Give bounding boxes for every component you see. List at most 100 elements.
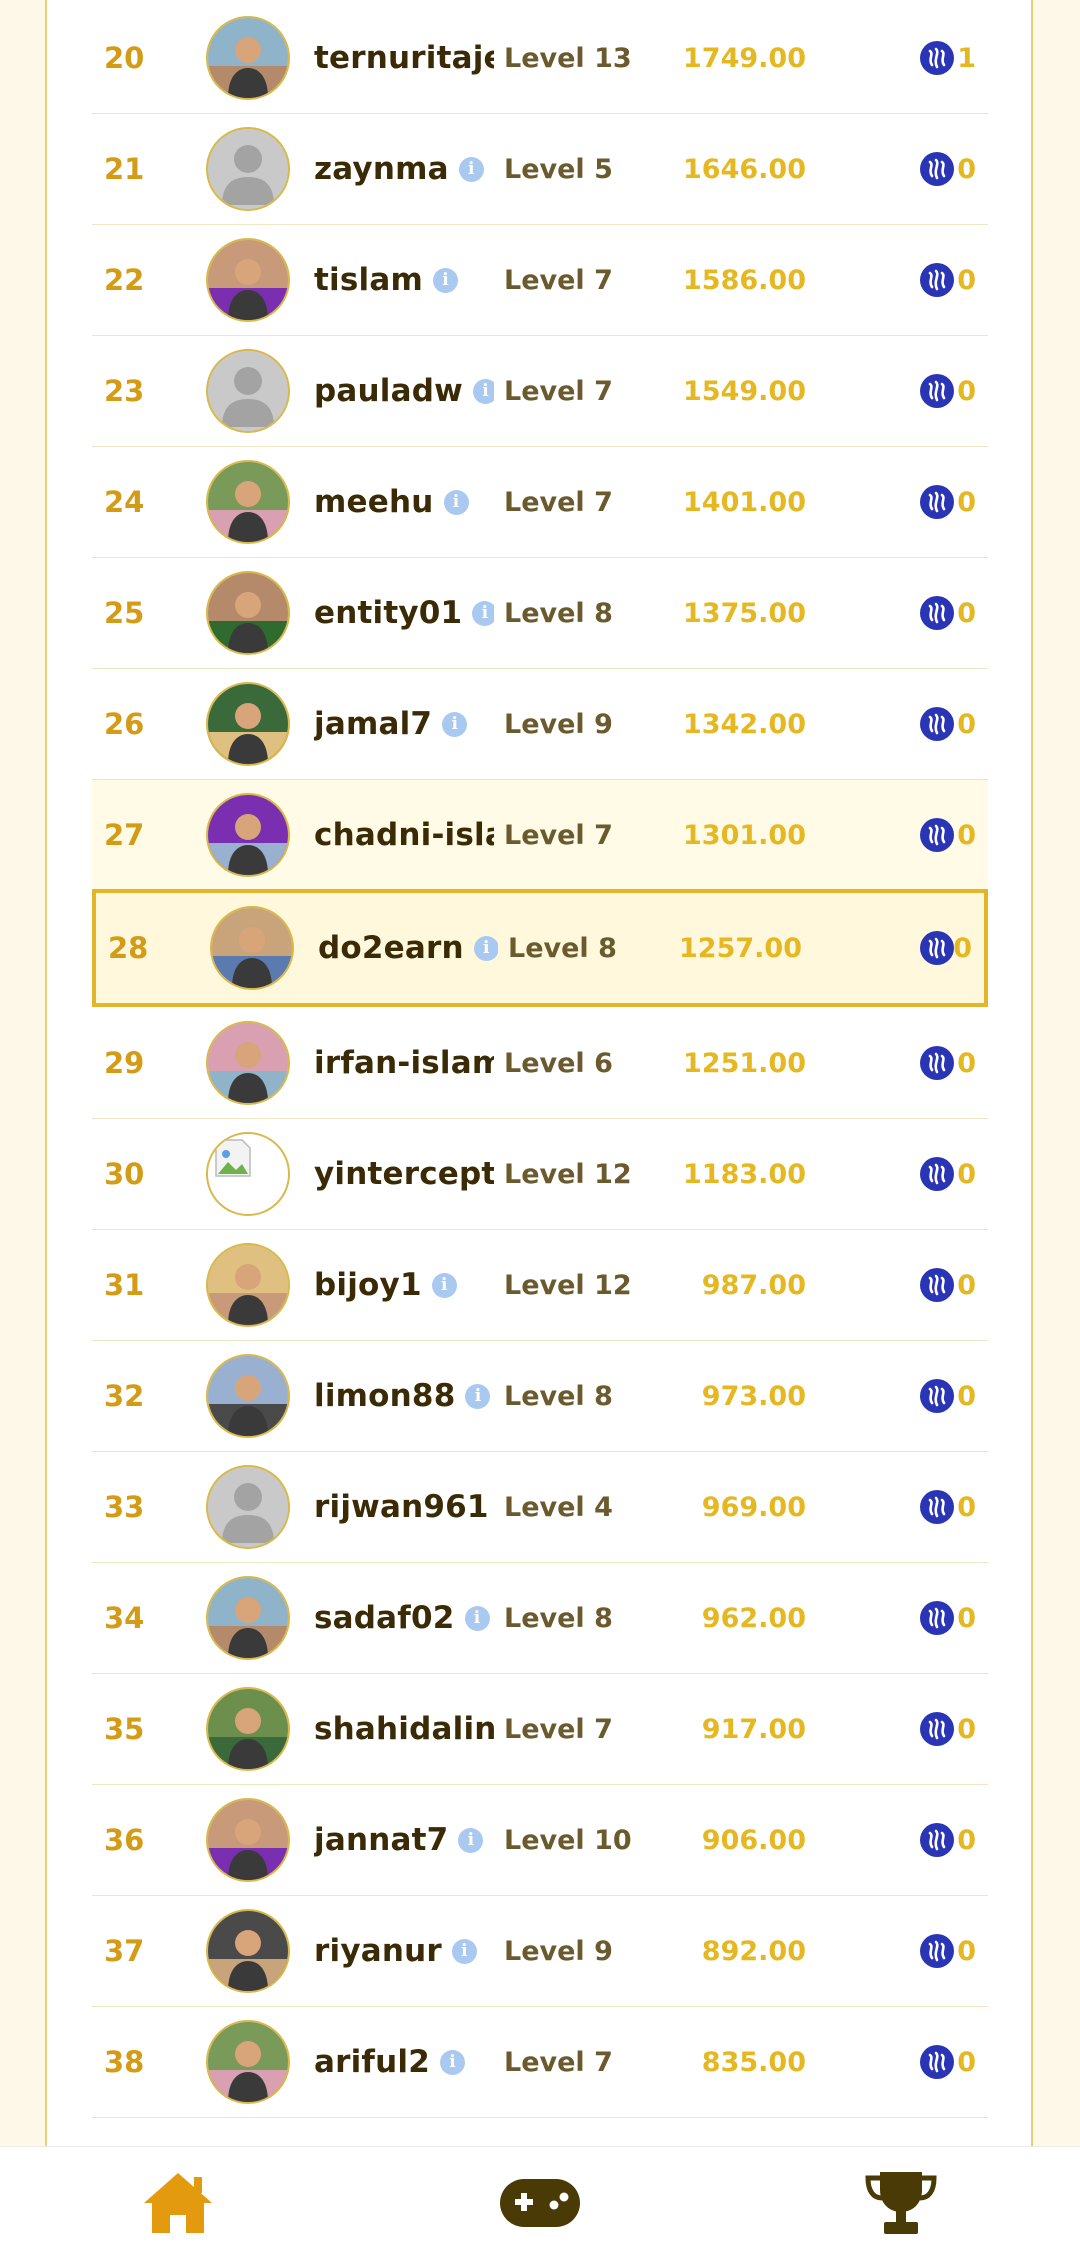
leaderboard-row[interactable]: 32 limon88 i Level 8 973.00 0 <box>92 1341 988 1452</box>
reward-count: 0 <box>957 1491 976 1523</box>
rank-number: 33 <box>104 1490 145 1524</box>
user-score: 1301.00 <box>683 819 806 851</box>
rank-number: 34 <box>104 1601 145 1635</box>
user-score: 1375.00 <box>683 597 806 629</box>
username[interactable]: pauladw <box>314 373 463 409</box>
user-avatar[interactable] <box>206 1243 290 1327</box>
steem-icon <box>920 1490 954 1524</box>
leaderboard-row[interactable]: 35 shahidalinai Level 7 917.00 0 <box>92 1674 988 1785</box>
info-icon[interactable]: i <box>442 711 468 737</box>
leaderboard-row[interactable]: 22 tislam i Level 7 1586.00 0 <box>92 225 988 336</box>
user-avatar[interactable] <box>206 1354 290 1438</box>
user-score: 1342.00 <box>683 708 806 740</box>
leaderboard-page: 20ternuritajesiLevel 131749.00121zaynmai… <box>0 0 1080 2254</box>
username[interactable]: meehu <box>314 484 434 520</box>
steem-icon <box>920 1601 954 1635</box>
username-cell: do2earn i <box>318 930 498 966</box>
nav-leaderboard-button[interactable] <box>841 2165 961 2241</box>
rank-number: 20 <box>104 41 145 75</box>
info-icon[interactable]: i <box>440 2049 465 2075</box>
username[interactable]: bijoy1 <box>314 1267 422 1303</box>
leaderboard-row[interactable]: 37 riyanur i Level 9 892.00 0 <box>92 1896 988 2007</box>
user-avatar[interactable] <box>206 16 290 100</box>
user-avatar[interactable] <box>206 1687 290 1771</box>
leaderboard-row[interactable]: 26 jamal7 i Level 9 1342.00 0 <box>92 669 988 780</box>
reward-count: 0 <box>957 1602 976 1634</box>
username[interactable]: jannat7 <box>314 1822 448 1858</box>
steem-icon <box>920 596 954 630</box>
user-avatar[interactable] <box>206 1798 290 1882</box>
leaderboard-row[interactable]: 36 jannat7 i Level 10 906.00 0 <box>92 1785 988 1896</box>
steem-icon <box>920 152 954 186</box>
user-avatar[interactable] <box>206 349 290 433</box>
info-icon[interactable]: i <box>472 378 494 404</box>
leaderboard-row[interactable]: 29 irfan-islami Level 6 1251.00 0 <box>92 1008 988 1119</box>
user-avatar[interactable] <box>206 1465 290 1549</box>
info-icon[interactable]: i <box>465 1383 491 1409</box>
info-icon[interactable]: i <box>458 1827 484 1853</box>
user-avatar[interactable] <box>206 1132 290 1216</box>
username[interactable]: jamal7 <box>314 706 432 742</box>
username[interactable]: shahidalina <box>314 1711 494 1747</box>
username[interactable]: riyanur <box>314 1933 442 1969</box>
user-avatar[interactable] <box>206 1576 290 1660</box>
username[interactable]: chadni-islam <box>314 817 494 853</box>
leaderboard-row[interactable]: 21 zaynma i Level 5 1646.00 0 <box>92 114 988 225</box>
leaderboard-row[interactable]: 38 ariful2 i Level 7 835.00 0 <box>92 2007 988 2118</box>
user-avatar[interactable] <box>206 460 290 544</box>
leaderboard-list[interactable]: 20ternuritajesiLevel 131749.00121zaynmai… <box>92 3 988 2118</box>
leaderboard-row[interactable]: 20 ternuritajesi Level 13 1749.00 1 <box>92 3 988 114</box>
username[interactable]: ternuritajes <box>314 40 494 76</box>
info-icon[interactable]: i <box>432 267 458 293</box>
username[interactable]: do2earn <box>318 930 464 966</box>
rank-number: 22 <box>104 263 145 297</box>
nav-home-button[interactable] <box>118 2165 238 2241</box>
leaderboard-row[interactable]: 28 do2earn i Level 8 1257.00 0 <box>92 889 988 1007</box>
username[interactable]: sadaf02 <box>314 1600 455 1636</box>
user-avatar[interactable] <box>206 571 290 655</box>
leaderboard-row[interactable]: 25 entity01 i Level 8 1375.00 0 <box>92 558 988 669</box>
steem-icon <box>920 1934 954 1968</box>
nav-games-button[interactable] <box>480 2165 600 2241</box>
user-avatar[interactable] <box>206 793 290 877</box>
username-cell: shahidalinai <box>314 1711 494 1747</box>
username[interactable]: zaynma <box>314 151 449 187</box>
username[interactable]: yintercept <box>314 1156 494 1192</box>
user-avatar[interactable] <box>206 1021 290 1105</box>
user-avatar[interactable] <box>206 127 290 211</box>
reward-count: 0 <box>957 2046 976 2078</box>
leaderboard-row[interactable]: 33 rijwan961i Level 4 969.00 0 <box>92 1452 988 1563</box>
user-level: Level 12 <box>504 1269 632 1301</box>
user-avatar[interactable] <box>210 906 294 990</box>
reward-count: 0 <box>957 486 976 518</box>
leaderboard-row[interactable]: 34 sadaf02 i Level 8 962.00 0 <box>92 1563 988 1674</box>
user-avatar[interactable] <box>206 238 290 322</box>
leaderboard-row[interactable]: 30 yintercepti Level 12 1183.00 0 <box>92 1119 988 1230</box>
info-icon[interactable]: i <box>458 156 484 182</box>
info-icon[interactable]: i <box>451 1938 477 1964</box>
rank-number: 29 <box>104 1046 145 1080</box>
reward-count: 0 <box>957 1935 976 1967</box>
info-icon[interactable]: i <box>472 600 494 626</box>
leaderboard-row[interactable]: 27 chadni-islami Level 7 1301.00 0 <box>92 780 988 891</box>
steem-icon <box>920 485 954 519</box>
username[interactable]: ariful2 <box>314 2044 430 2080</box>
leaderboard-row[interactable]: 31 bijoy1 i Level 12 987.00 0 <box>92 1230 988 1341</box>
username[interactable]: limon88 <box>314 1378 455 1414</box>
info-icon[interactable]: i <box>473 935 498 961</box>
steem-icon <box>920 1046 954 1080</box>
user-avatar[interactable] <box>206 1909 290 1993</box>
user-avatar[interactable] <box>206 682 290 766</box>
username[interactable]: entity01 <box>314 595 462 631</box>
info-icon[interactable]: i <box>431 1272 457 1298</box>
info-icon[interactable]: i <box>464 1605 490 1631</box>
leaderboard-row[interactable]: 24 meehu i Level 7 1401.00 0 <box>92 447 988 558</box>
info-icon[interactable]: i <box>443 489 469 515</box>
leaderboard-row[interactable]: 23 pauladw i Level 7 1549.00 0 <box>92 336 988 447</box>
user-avatar[interactable] <box>206 2020 290 2104</box>
username[interactable]: tislam <box>314 262 423 298</box>
username[interactable]: irfan-islam <box>314 1045 494 1081</box>
username[interactable]: rijwan961 <box>314 1489 489 1525</box>
user-level: Level 6 <box>504 1047 613 1079</box>
username-cell: ternuritajesi <box>314 40 494 76</box>
